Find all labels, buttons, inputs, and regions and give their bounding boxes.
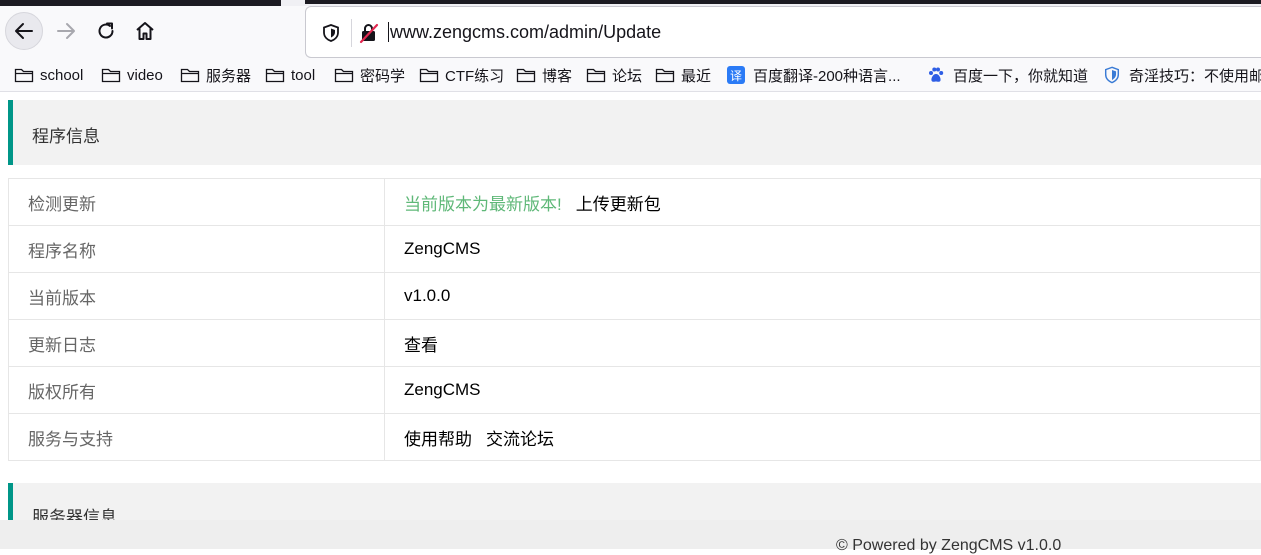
arrow-left-icon [15,23,33,39]
help-link[interactable]: 使用帮助 [404,430,472,449]
row-value: 使用帮助 交流论坛 [384,413,1261,461]
bookmark-video[interactable]: video [101,65,163,85]
reload-button[interactable] [87,12,125,50]
row-key: 当前版本 [8,272,385,320]
program-info-header: 程序信息 [8,100,1261,165]
bookmark-baidu-translate[interactable]: 译 百度翻译-200种语言... [727,65,901,85]
program-info-table: 检测更新 当前版本为最新版本! 上传更新包 程序名称 ZengCMS 当前版本 v… [8,178,1261,461]
bookmark-school[interactable]: school [14,65,83,85]
row-value: 查看 [384,319,1261,367]
home-icon [136,22,154,40]
bookmark-label: 密码学 [360,67,406,85]
bookmark-baidu[interactable]: 百度一下，你就知道 [927,65,1088,85]
table-row-check-update: 检测更新 当前版本为最新版本! 上传更新包 [8,178,1261,226]
update-status-text: 当前版本为最新版本! [404,194,562,214]
footer-text: © Powered by ZengCMS v1.0.0 [836,537,1062,554]
tab-strip [305,0,1261,4]
bookmark-label: 百度一下，你就知道 [953,67,1089,85]
bookmark-server[interactable]: 服务器 [180,65,251,85]
version-value: v1.0.0 [384,272,1261,320]
browser-navbar: www.zengcms.com/admin/Update [0,6,1261,58]
shield-icon [1104,66,1120,84]
bookmark-blog[interactable]: 博客 [516,65,572,85]
folder-icon [419,68,439,83]
reload-icon [98,22,114,39]
insecure-lock-icon[interactable] [358,22,380,44]
table-row-copyright: 版权所有 ZengCMS [8,366,1261,414]
table-row-name: 程序名称 ZengCMS [8,225,1261,273]
baidu-paw-icon [929,67,944,82]
section-title: 程序信息 [32,127,100,146]
folder-icon [14,68,34,83]
bookmark-label: 百度翻译-200种语言... [753,67,901,85]
program-name-value: ZengCMS [384,225,1261,273]
view-changelog-link[interactable]: 查看 [404,336,438,355]
bookmarks-toolbar: school video 服务器 tool 密码学 CTF练习 博客 论坛 最近… [0,58,1261,92]
bookmark-label: 论坛 [612,67,643,85]
bookmark-cryptography[interactable]: 密码学 [334,65,405,85]
folder-icon [101,68,121,83]
bookmark-label: 博客 [542,67,573,85]
row-key: 版权所有 [8,366,385,414]
bookmark-label: school [40,66,84,84]
bookmark-forum[interactable]: 论坛 [586,65,642,85]
folder-icon [265,68,285,83]
row-key: 更新日志 [8,319,385,367]
upload-update-link[interactable]: 上传更新包 [576,195,661,214]
bookmark-tips[interactable]: 奇淫技巧：不使用邮 [1103,65,1261,85]
forward-button[interactable] [47,12,85,50]
bookmark-tool[interactable]: tool [265,65,315,85]
bookmark-ctf[interactable]: CTF练习 [419,65,504,85]
translate-icon: 译 [727,66,745,84]
forum-link[interactable]: 交流论坛 [486,430,554,449]
table-row-version: 当前版本 v1.0.0 [8,272,1261,320]
row-key: 程序名称 [8,225,385,273]
table-row-changelog: 更新日志 查看 [8,319,1261,367]
tracking-protection-shield-icon[interactable] [322,23,340,43]
folder-icon [334,68,354,83]
bookmark-label: CTF练习 [445,67,505,85]
urlbar-separator [351,19,352,47]
folder-icon [180,68,200,83]
server-info-header: 服务器信息 [8,483,1261,527]
copyright-value: ZengCMS [384,366,1261,414]
arrow-right-icon [57,23,75,39]
bookmark-label: tool [291,66,316,84]
folder-icon [655,68,675,83]
home-button[interactable] [126,12,164,50]
bookmark-recent[interactable]: 最近 [655,65,711,85]
row-key: 服务与支持 [8,413,385,461]
bookmark-label: 最近 [681,67,712,85]
folder-icon [586,68,606,83]
back-button[interactable] [5,12,43,50]
bookmark-label: video [127,66,163,84]
page-content: 程序信息 检测更新 当前版本为最新版本! 上传更新包 程序名称 ZengCMS 当… [0,92,1261,549]
page-footer: © Powered by ZengCMS v1.0.0 [0,520,1261,554]
bookmark-label: 奇淫技巧：不使用邮 [1129,67,1261,85]
row-value: 当前版本为最新版本! 上传更新包 [384,178,1261,226]
folder-icon [516,68,536,83]
address-bar[interactable]: www.zengcms.com/admin/Update [305,6,1261,58]
table-row-support: 服务与支持 使用帮助 交流论坛 [8,413,1261,461]
bookmark-label: 服务器 [206,67,252,85]
row-key: 检测更新 [8,178,385,226]
url-text[interactable]: www.zengcms.com/admin/Update [388,22,661,42]
